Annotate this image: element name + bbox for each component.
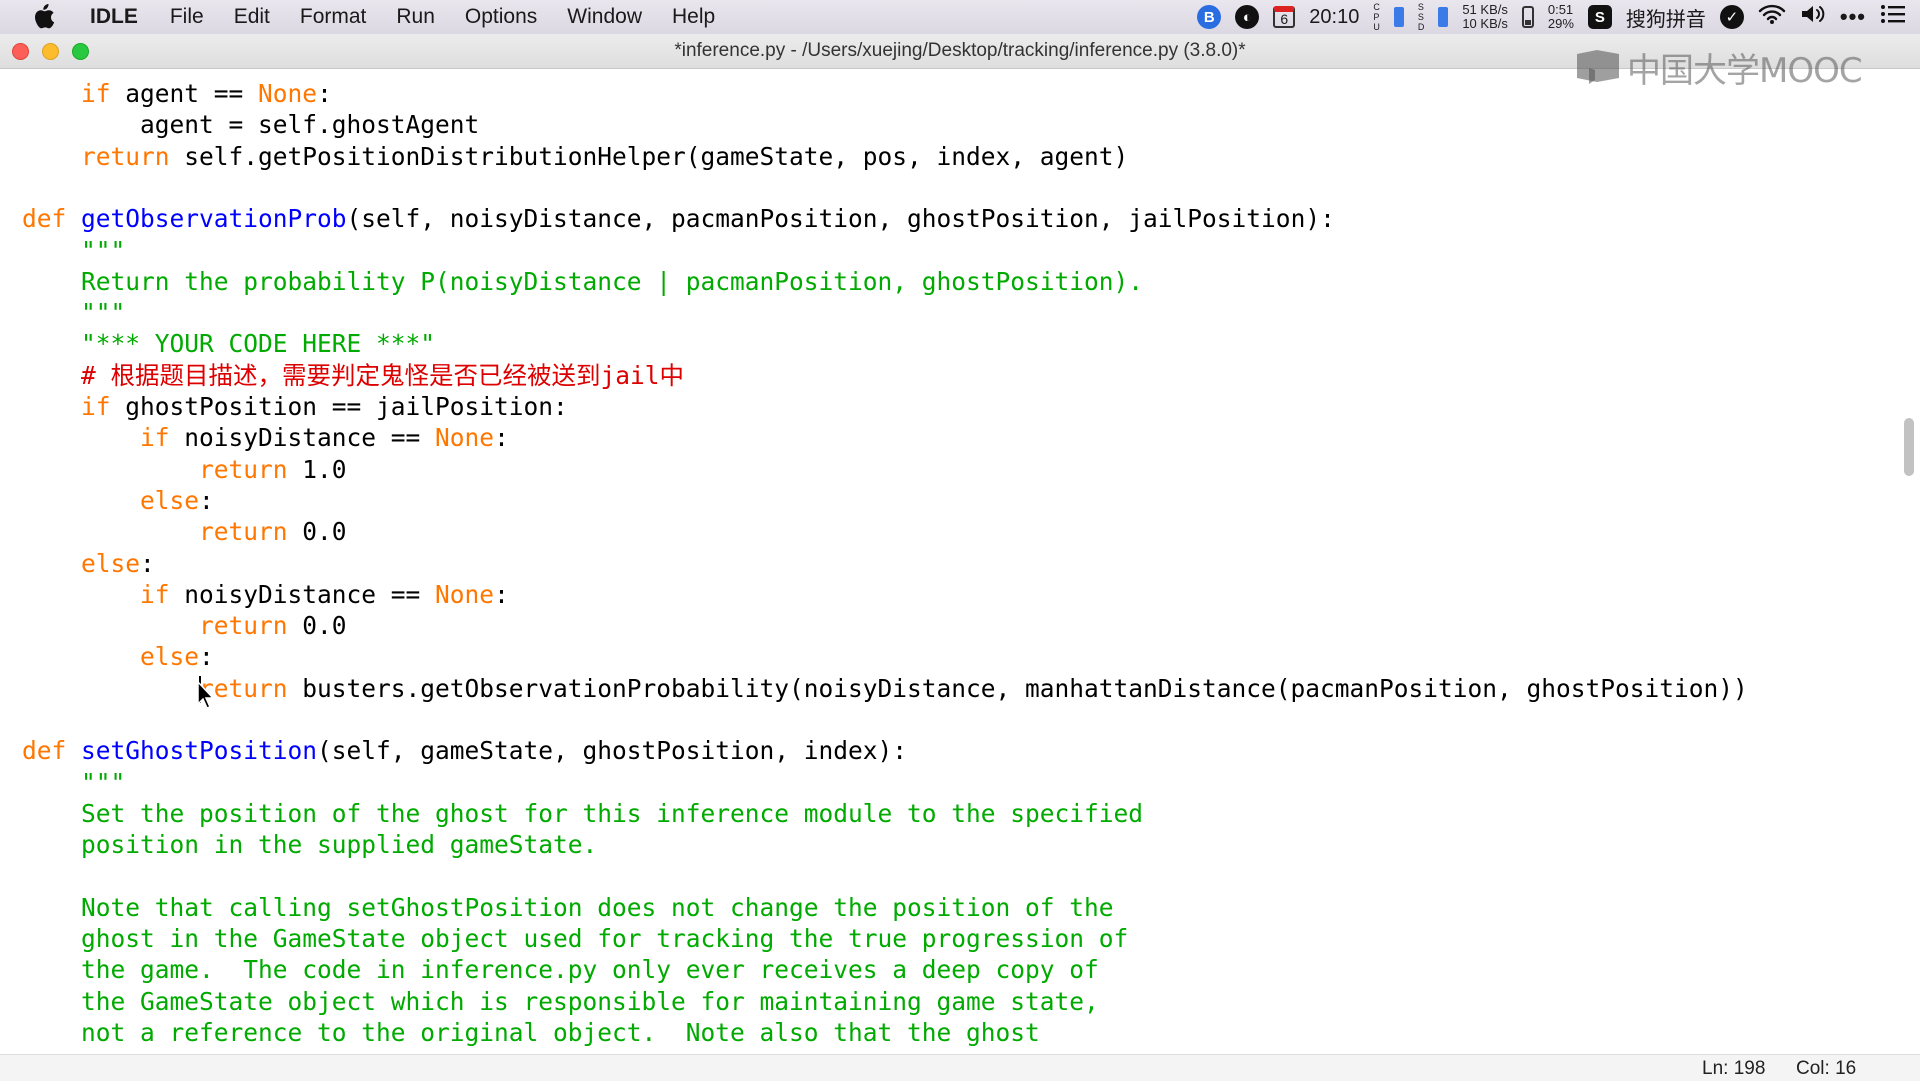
wifi-icon[interactable] — [1758, 3, 1786, 31]
menu-options[interactable]: Options — [465, 5, 537, 29]
apple-icon[interactable] — [30, 3, 58, 31]
code-line[interactable]: return 0.0 — [22, 610, 347, 641]
code-line[interactable]: if noisyDistance == None: — [22, 422, 509, 453]
cursor-column: Col: 16 — [1796, 1058, 1857, 1079]
code-line[interactable]: agent = self.ghostAgent — [22, 109, 479, 140]
code-line[interactable]: else: — [22, 485, 214, 516]
bluetooth-app-icon[interactable]: B — [1197, 5, 1222, 29]
code-line[interactable]: else: — [22, 548, 155, 579]
network-upload: 51 KB/s — [1462, 2, 1508, 17]
network-download: 10 KB/s — [1462, 16, 1508, 31]
code-line[interactable]: not a reference to the original object. … — [22, 1017, 1040, 1048]
calendar-icon[interactable]: 6 — [1273, 6, 1296, 28]
app-menu-idle[interactable]: IDLE — [90, 5, 138, 29]
battery-time: 0:51 — [1547, 2, 1574, 17]
code-line[interactable]: # 根据题目描述，需要判定鬼怪是否已经被送到jail中 — [22, 360, 684, 391]
code-line[interactable]: def setGhostPosition(self, gameState, gh… — [22, 735, 907, 766]
notification-center-icon[interactable] — [1880, 4, 1906, 30]
code-line[interactable]: """ — [22, 297, 125, 328]
code-line[interactable]: Return the probability P(noisyDistance |… — [22, 266, 1143, 297]
cpu-meter-icon[interactable] — [1393, 7, 1404, 27]
network-speed[interactable]: 51 KB/s 10 KB/s — [1462, 3, 1508, 31]
code-line[interactable]: the GameState object which is responsibl… — [22, 986, 1099, 1017]
code-line[interactable]: the game. The code in inference.py only … — [22, 954, 1099, 985]
code-line[interactable]: """ — [22, 235, 125, 266]
menu-file[interactable]: File — [170, 5, 204, 29]
input-method-label[interactable]: 搜狗拼音 — [1626, 3, 1706, 32]
status-menu-area: B ◐ 6 20:10 CPU SSD 51 KB/s 10 KB/s 0:51… — [1197, 0, 1906, 34]
vertical-scrollbar-thumb[interactable] — [1904, 418, 1914, 476]
battery-percent: 29% — [1547, 16, 1574, 31]
menu-window[interactable]: Window — [567, 5, 642, 29]
ssd-label-icon: SSD — [1417, 2, 1425, 32]
sogou-icon[interactable]: S — [1587, 5, 1612, 29]
code-editor[interactable]: if agent == None: agent = self.ghostAgen… — [0, 68, 1900, 1054]
menu-bar: IDLE File Edit Format Run Options Window… — [0, 0, 1920, 34]
status-bar: Ln: 198 Col: 16 — [0, 1054, 1920, 1081]
code-line[interactable]: if agent == None: — [22, 78, 332, 109]
code-line[interactable]: return 1.0 — [22, 454, 347, 485]
code-line[interactable]: """ — [22, 767, 125, 798]
volume-icon[interactable] — [1800, 3, 1826, 31]
compass-icon[interactable]: ✓ — [1719, 5, 1744, 29]
code-line[interactable]: return busters.getObservationProbability… — [22, 673, 1748, 704]
battery-status[interactable]: 0:51 29% — [1548, 3, 1574, 31]
code-line[interactable]: else: — [22, 641, 214, 672]
code-line[interactable]: return self.getPositionDistributionHelpe… — [22, 141, 1128, 172]
code-line[interactable]: Note that calling setGhostPosition does … — [22, 892, 1114, 923]
code-line[interactable]: if ghostPosition == jailPosition: — [22, 391, 568, 422]
menu-help[interactable]: Help — [672, 5, 715, 29]
code-line[interactable]: Set the position of the ghost for this i… — [22, 798, 1143, 829]
battery-icon[interactable] — [1521, 6, 1534, 28]
more-icon[interactable]: ••• — [1840, 4, 1866, 30]
code-line[interactable]: "*** YOUR CODE HERE ***" — [22, 328, 435, 359]
menubar-clock[interactable]: 20:10 — [1309, 6, 1359, 29]
menu-edit[interactable]: Edit — [234, 5, 270, 29]
menu-format[interactable]: Format — [300, 5, 367, 29]
ssd-meter-icon[interactable] — [1438, 7, 1449, 27]
cursor-line: Ln: 198 — [1702, 1058, 1766, 1079]
cpu-label-icon: CPU — [1373, 2, 1380, 32]
code-line[interactable]: return 0.0 — [22, 516, 347, 547]
code-line[interactable]: position in the supplied gameState. — [22, 829, 597, 860]
code-line[interactable]: if noisyDistance == None: — [22, 579, 509, 610]
code-line[interactable]: def getObservationProb(self, noisyDistan… — [22, 203, 1335, 234]
menu-run[interactable]: Run — [396, 5, 435, 29]
dock-app-icon[interactable]: ◐ — [1235, 5, 1260, 29]
code-line[interactable]: ghost in the GameState object used for t… — [22, 923, 1128, 954]
mouse-pointer-icon — [197, 680, 215, 709]
